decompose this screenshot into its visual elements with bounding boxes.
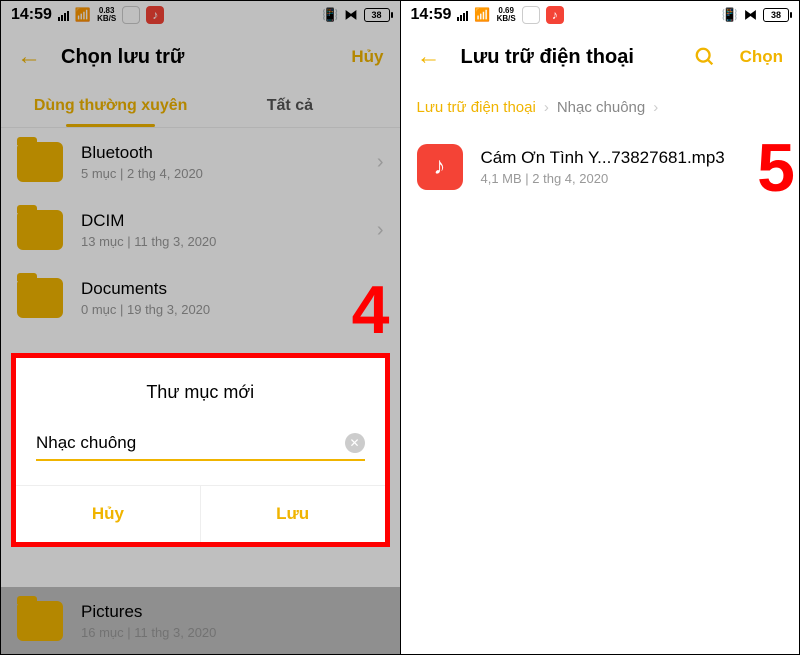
signal-icon [457,9,468,21]
tab-frequent[interactable]: Dùng thường xuyên [21,85,200,127]
folder-item[interactable]: Pictures 16 mục | 11 thg 3, 2020 [1,587,400,655]
breadcrumb-current: Nhạc chuông [557,99,645,116]
music-icon: ♪ [417,144,463,190]
page-title: Chọn lưu trữ [61,46,351,69]
bluetooth-icon: ⧓ [744,7,757,23]
cancel-button[interactable]: Hủy [351,47,383,67]
folder-name: DCIM [81,211,377,231]
breadcrumb: Lưu trữ điện thoại › Nhạc chuông › [401,85,800,130]
back-button[interactable]: ← [17,43,41,71]
step-annotation: 4 [352,271,390,349]
clock: 14:59 [411,6,452,24]
signal-icon [58,9,69,21]
app-icon-2: ♪ [546,6,564,24]
tab-all[interactable]: Tất cả [200,85,379,127]
wifi-icon: 📶 [474,7,490,23]
folder-item[interactable]: Documents 0 mục | 19 thg 3, 2020 › [1,264,400,332]
folder-name: Documents [81,279,377,299]
header: ← Lưu trữ điện thoại Chọn [401,29,800,85]
battery-icon: 38 [364,8,390,22]
chevron-right-icon: › [377,151,384,174]
battery-icon: 38 [763,8,789,22]
dialog-cancel-button[interactable]: Hủy [16,486,201,542]
header: ← Chọn lưu trữ Hủy [1,29,400,85]
folder-meta: 13 mục | 11 thg 3, 2020 [81,234,377,249]
bluetooth-icon: ⧓ [345,7,358,23]
folder-icon [17,210,63,250]
search-icon[interactable] [694,46,716,68]
step-annotation: 5 [757,129,795,207]
breadcrumb-item[interactable]: Lưu trữ điện thoại [417,99,536,116]
folder-item[interactable]: Bluetooth 5 mục | 2 thg 4, 2020 › [1,128,400,196]
clock: 14:59 [11,6,52,24]
folder-icon [17,142,63,182]
app-icon-1: ◉ [522,6,540,24]
page-title: Lưu trữ điện thoại [461,46,694,69]
network-speed: 0.83KB/S [97,7,116,23]
dialog-title: Thư mục mới [36,382,365,403]
folder-meta: 5 mục | 2 thg 4, 2020 [81,166,377,181]
folder-icon [17,278,63,318]
vibrate-icon: 📳 [322,7,338,23]
network-speed: 0.69KB/S [497,7,516,23]
choose-button[interactable]: Chọn [740,47,783,67]
wifi-icon: 📶 [75,7,91,23]
app-icon-1: ◉ [122,6,140,24]
file-item[interactable]: ♪ Cám Ơn Tình Y...73827681.mp3 4,1 MB | … [401,130,800,204]
folder-name-input[interactable] [36,433,365,453]
chevron-right-icon: › [544,99,549,116]
folder-name: Bluetooth [81,143,377,163]
new-folder-dialog: Thư mục mới ✕ Hủy Lưu [11,353,390,547]
file-meta: 4,1 MB | 2 thg 4, 2020 [481,171,784,186]
status-bar: 14:59 📶 0.83KB/S ◉ ♪ 📳 ⧓ 38 [1,1,400,29]
folder-meta: 0 mục | 19 thg 3, 2020 [81,302,377,317]
clear-input-button[interactable]: ✕ [345,433,365,453]
dialog-save-button[interactable]: Lưu [201,486,385,542]
back-button[interactable]: ← [417,43,441,71]
file-name: Cám Ơn Tình Y...73827681.mp3 [481,148,784,168]
vibrate-icon: 📳 [722,7,738,23]
chevron-right-icon: › [653,99,658,116]
chevron-right-icon: › [377,219,384,242]
tabs: Dùng thường xuyên Tất cả [1,85,400,128]
status-bar: 14:59 📶 0.69KB/S ◉ ♪ 📳 ⧓ 38 [401,1,800,29]
app-icon-2: ♪ [146,6,164,24]
folder-item[interactable]: DCIM 13 mục | 11 thg 3, 2020 › [1,196,400,264]
